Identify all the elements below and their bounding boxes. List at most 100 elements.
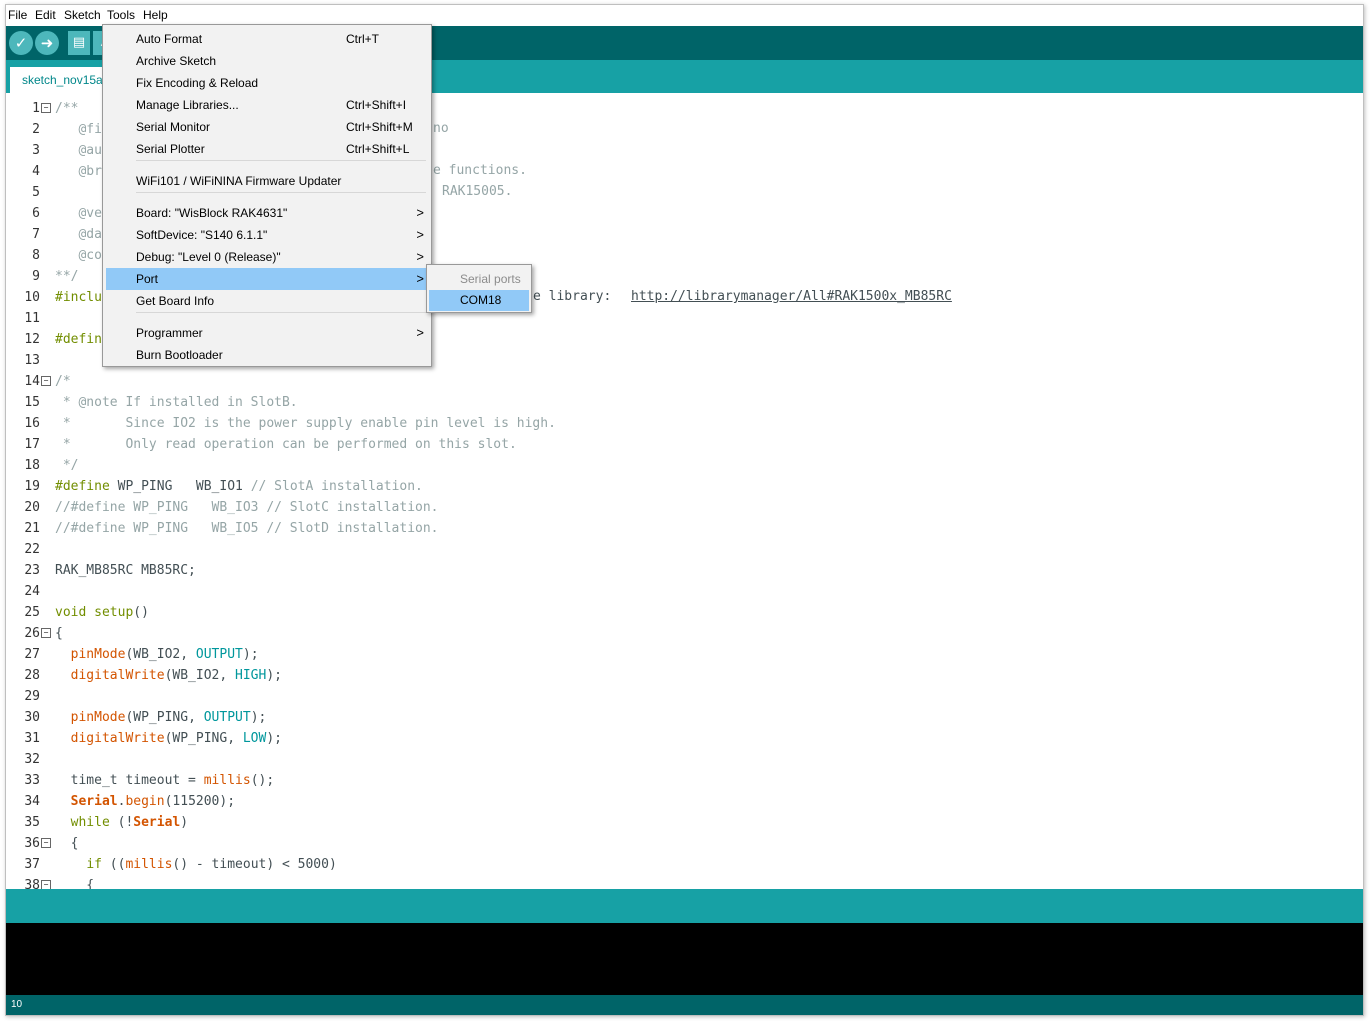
menu-file[interactable]: File [8,8,27,22]
console-output[interactable] [6,923,1363,995]
tools-menu-item-6[interactable]: WiFi101 / WiFiNINA Firmware Updater [106,170,428,192]
tools-menu-item-11[interactable]: Get Board Info [106,290,428,312]
code-line: 32 [6,749,1363,770]
line-number: 7 [32,227,40,242]
tools-menu-item-8[interactable]: SoftDevice: "S140 6.1.1" > [106,224,428,246]
code-text: pinMode(WP_PING, OUTPUT); [70,710,267,725]
line-number: 3 [32,143,40,158]
tools-menu-item-label: Debug: "Level 0 (Release)" [136,250,281,264]
fold-toggle-icon[interactable]: − [41,838,51,848]
tools-menu-item-0[interactable]: Auto Format Ctrl+T [106,28,428,50]
code-text: @fi [55,122,102,137]
code-text: #define WP_PING WB_IO1 // SlotA installa… [55,479,423,494]
line-number: 35 [24,815,40,830]
console-header-bar [6,889,1363,923]
code-line: 19 #define WP_PING WB_IO1 // SlotA instal… [6,476,1363,497]
code-text: @ve [55,206,102,221]
line-number: 22 [24,542,40,557]
new-file-icon[interactable]: ▤ [68,31,90,55]
code-text: Serial.begin(115200); [70,794,236,809]
menu-edit[interactable]: Edit [35,8,56,22]
line-number: 33 [24,773,40,788]
code-line: 29 [6,686,1363,707]
tools-menu-item-label: Fix Encoding & Reload [136,76,259,90]
code-line: 33 time_t timeout = millis(); [6,770,1363,791]
port-submenu: Serial ports COM18 [426,264,532,313]
code-line: 38− { [6,875,1363,889]
library-url-link[interactable]: http://librarymanager/All#RAK1500x_MB85R… [631,286,952,307]
line-number: 36 [24,836,40,851]
tools-menu-item-label: Serial Plotter [136,142,205,156]
tools-menu-item-label: Programmer [136,326,203,340]
code-text: if ((millis() - timeout) < 5000) [86,857,337,872]
serial-ports-header: Serial ports [460,272,521,286]
line-number: 29 [24,689,40,704]
tools-menu-item-label: Port [136,272,159,286]
menu-help[interactable]: Help [143,8,168,22]
code-text: #inclu [55,290,102,305]
port-com18-item[interactable]: COM18 [429,290,529,311]
code-line: 35 while (!Serial) [6,812,1363,833]
tools-menu-item-13[interactable]: Burn Bootloader [106,344,428,366]
upload-arrow-icon[interactable]: ➜ [35,31,59,55]
line-number: 28 [24,668,40,683]
tools-menu-item-label: WiFi101 / WiFiNINA Firmware Updater [136,174,342,188]
line-number: 30 [24,710,40,725]
menu-separator [136,192,426,193]
tools-menu-item-shortcut: Ctrl+Shift+L [346,142,410,156]
tools-menu-item-5[interactable]: Serial Plotter Ctrl+Shift+L [106,138,428,160]
fold-toggle-icon[interactable]: − [41,376,51,386]
line-number: 15 [24,395,40,410]
line-number: 19 [24,479,40,494]
code-text: { [55,626,63,641]
code-text: { [55,878,95,889]
tools-menu-item-1[interactable]: Archive Sketch [106,50,428,72]
tools-menu-item-3[interactable]: Manage Libraries... Ctrl+Shift+I [106,94,428,116]
tools-menu-item-12[interactable]: Programmer > [106,322,428,344]
code-text: //#define WP_PING WB_IO3 // SlotC instal… [55,500,439,515]
fold-toggle-icon[interactable]: − [41,103,51,113]
line-number: 14 [24,374,40,389]
submenu-arrow-icon: > [416,271,424,286]
code-text: { [55,836,79,851]
line-number: 11 [24,311,40,326]
code-text: time_t timeout = millis(); [55,773,275,788]
code-line: 17 * Only read operation can be performe… [6,434,1363,455]
fold-toggle-icon[interactable]: − [41,880,51,889]
tools-menu-item-shortcut: Ctrl+Shift+I [346,98,407,112]
line-number: 8 [32,248,40,263]
line-number: 21 [24,521,40,536]
tools-menu-item-label: Get Board Info [136,294,215,308]
code-line: 24 [6,581,1363,602]
fold-toggle-icon[interactable]: − [41,628,51,638]
code-text: * Since IO2 is the power supply enable p… [55,416,556,431]
tools-menu-item-label: SoftDevice: "S140 6.1.1" [136,228,268,242]
tools-menu-item-7[interactable]: Board: "WisBlock RAK4631" > [106,202,428,224]
line-number: 5 [32,185,40,200]
line-number: 32 [24,752,40,767]
code-line: 26−{ [6,623,1363,644]
tools-menu-item-9[interactable]: Debug: "Level 0 (Release)" > [106,246,428,268]
code-line: 37 if ((millis() - timeout) < 5000) [6,854,1363,875]
line-number: 4 [32,164,40,179]
line-number: 38 [24,878,40,889]
code-line: 27 pinMode(WB_IO2, OUTPUT); [6,644,1363,665]
tools-menu-item-10[interactable]: Port > [106,268,428,290]
code-line: 28 digitalWrite(WB_IO2, HIGH); [6,665,1363,686]
tools-menu-item-label: Serial Monitor [136,120,211,134]
tools-menu-item-4[interactable]: Serial Monitor Ctrl+Shift+M [106,116,428,138]
tools-menu-item-label: Board: "WisBlock RAK4631" [136,206,288,220]
menu-tools[interactable]: Tools [107,8,135,22]
code-line: 23 RAK_MB85RC MB85RC; [6,560,1363,581]
code-line: 34 Serial.begin(115200); [6,791,1363,812]
tools-menu-item-shortcut: Ctrl+T [346,32,379,46]
tools-menu-item-2[interactable]: Fix Encoding & Reload [106,72,428,94]
menu-sketch[interactable]: Sketch [64,8,101,22]
code-line: 21 //#define WP_PING WB_IO5 // SlotD inst… [6,518,1363,539]
verify-check-icon[interactable]: ✓ [9,31,33,55]
port-com18-label: COM18 [460,293,502,307]
code-text: /* [55,374,71,389]
submenu-arrow-icon: > [416,205,424,220]
submenu-arrow-icon: > [416,227,424,242]
code-fragment-l2: no [433,121,449,136]
